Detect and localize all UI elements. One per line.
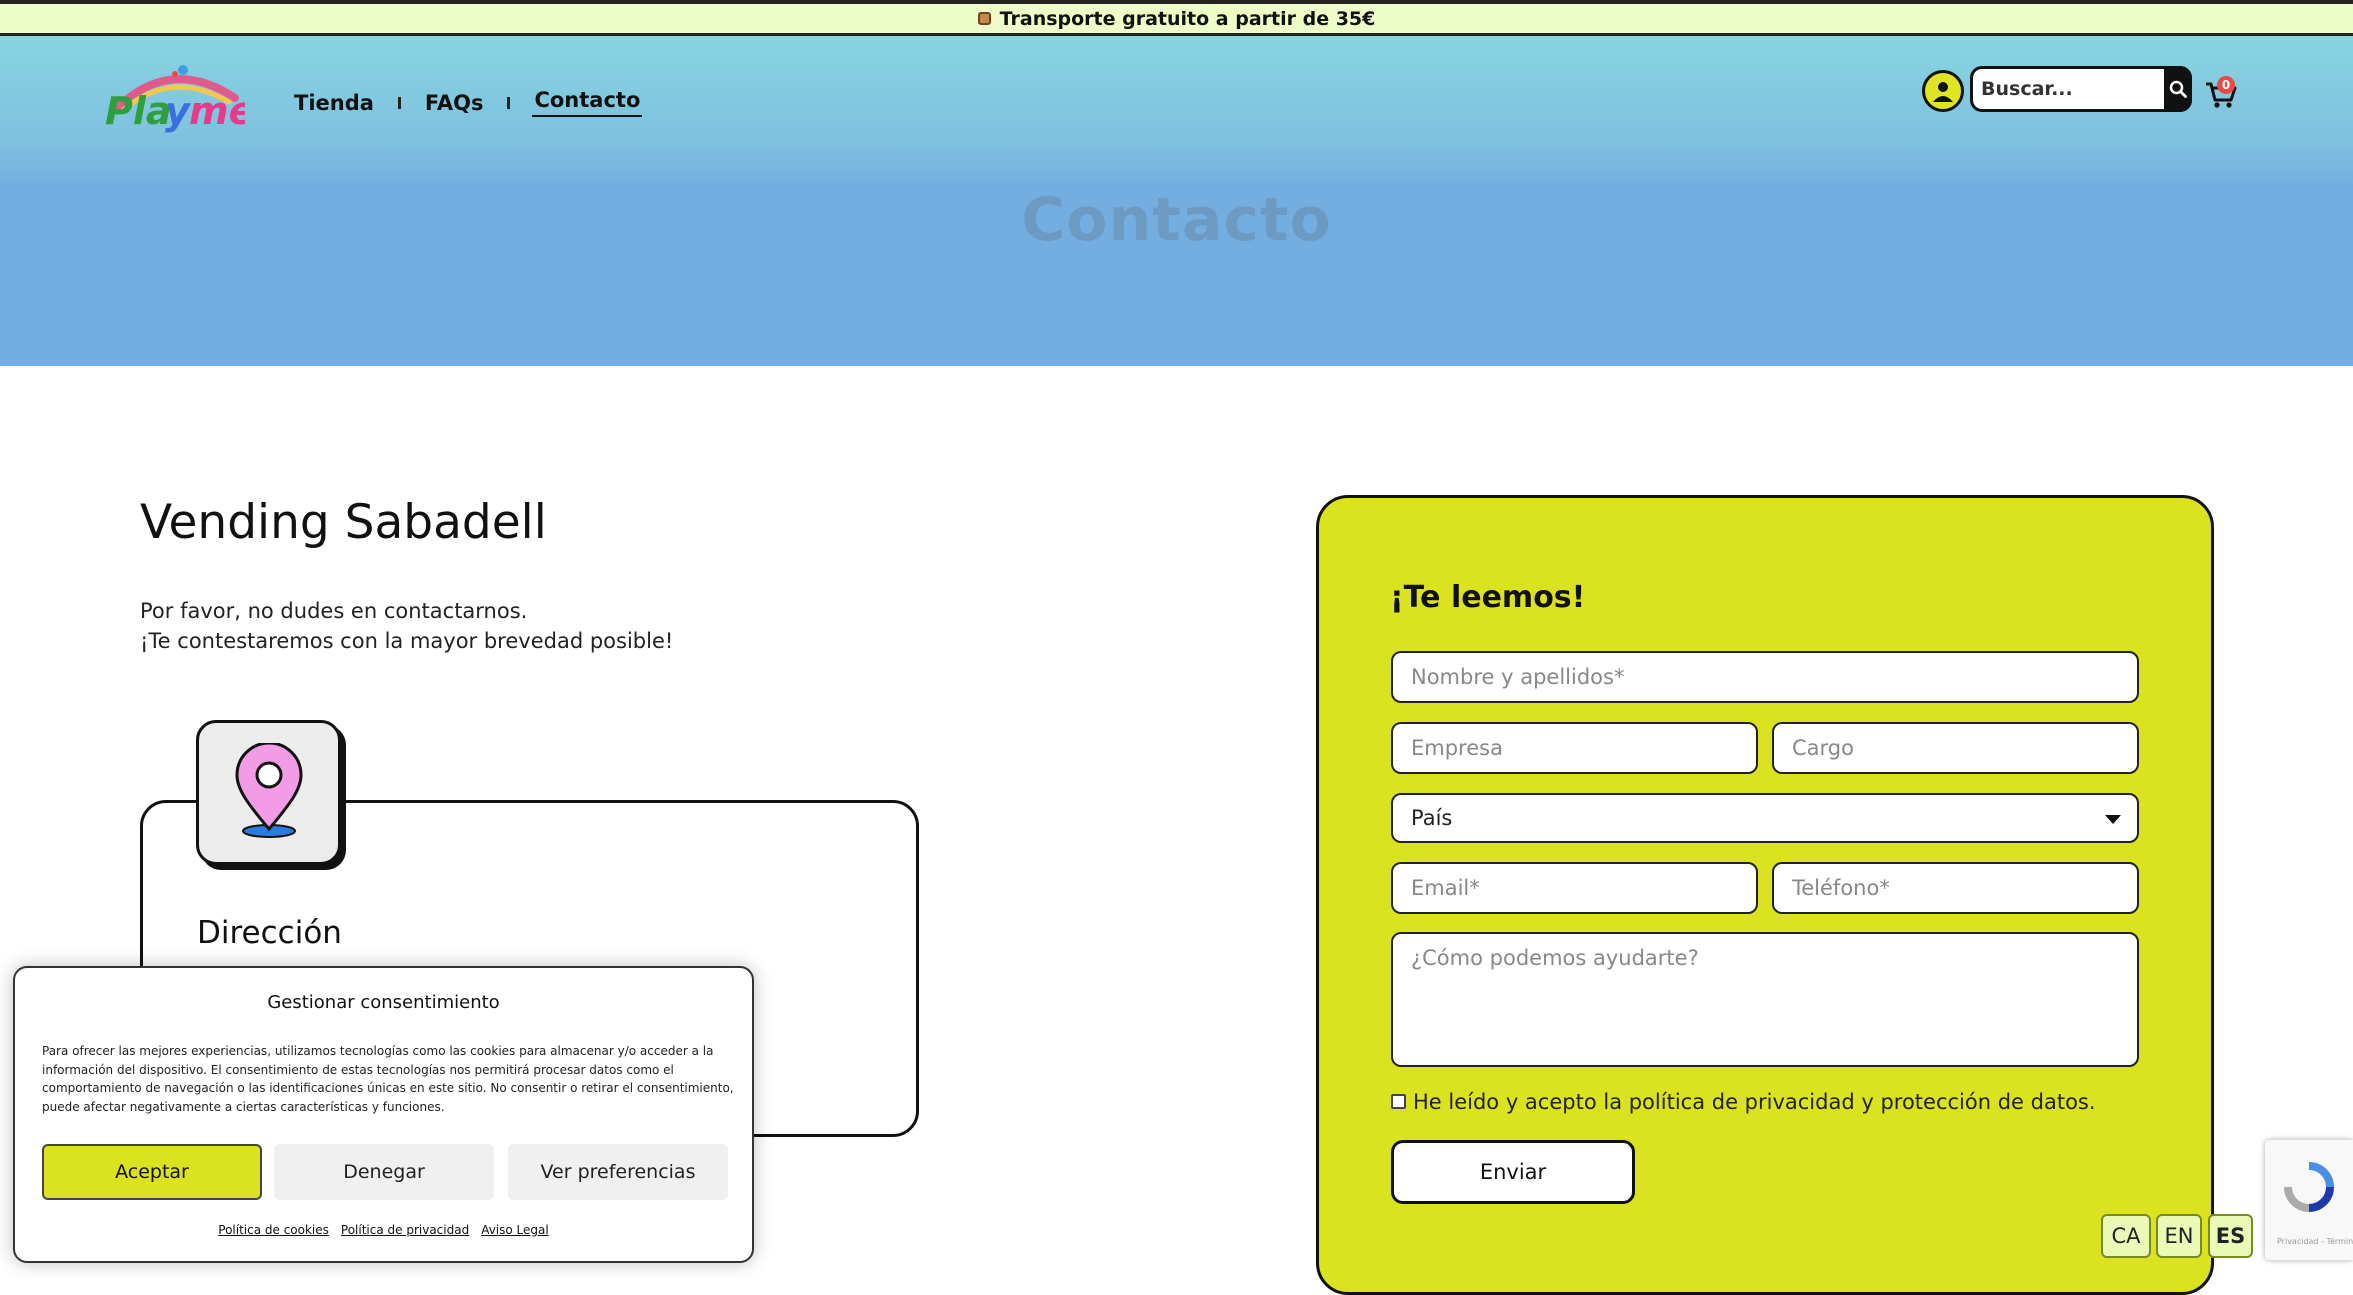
email-field[interactable]: Email* <box>1391 862 1758 914</box>
page-title: Contacto <box>1021 185 1332 255</box>
user-icon <box>1933 82 1953 102</box>
contact-heading: Vending Sabadell <box>140 495 547 550</box>
svg-text:Pla: Pla <box>105 89 172 133</box>
position-field[interactable]: Cargo <box>1772 722 2139 774</box>
playme-logo[interactable]: Pla y me <box>95 60 245 138</box>
lang-ca[interactable]: CA <box>2101 1214 2151 1258</box>
lang-en[interactable]: EN <box>2156 1214 2202 1258</box>
consent-links: Política de cookies Política de privacid… <box>15 1223 752 1237</box>
message-textarea[interactable]: ¿Cómo podemos ayudarte? <box>1391 932 2139 1067</box>
recaptcha-footer[interactable]: Privacidad - Términos <box>2277 1237 2353 1246</box>
accept-button[interactable]: Aceptar <box>42 1144 262 1200</box>
announcement-bar: Transporte gratuito a partir de 35€ <box>0 0 2353 36</box>
submit-button[interactable]: Enviar <box>1391 1140 1635 1204</box>
search-box <box>1970 66 2192 112</box>
nav-separator <box>507 96 511 109</box>
form-title: ¡Te leemos! <box>1390 580 1586 615</box>
cart-count-badge: 0 <box>2217 76 2235 94</box>
name-field[interactable]: Nombre y apellidos* <box>1391 651 2139 703</box>
chevron-down-icon <box>2105 815 2121 824</box>
privacy-label: He leído y acepto la política de privaci… <box>1413 1090 2096 1114</box>
nav-separator <box>397 96 401 109</box>
search-input[interactable] <box>1973 78 2153 100</box>
cookie-consent-dialog: Gestionar consentimiento Para ofrecer la… <box>13 966 754 1263</box>
cookie-policy-link[interactable]: Política de cookies <box>218 1223 329 1237</box>
nav-tienda[interactable]: Tienda <box>292 91 376 115</box>
phone-field[interactable]: Teléfono* <box>1772 862 2139 914</box>
consent-title: Gestionar consentimiento <box>267 992 500 1013</box>
lang-es[interactable]: ES <box>2208 1214 2253 1258</box>
search-button[interactable] <box>2164 66 2192 112</box>
intro-line-2: ¡Te contestaremos con la mayor brevedad … <box>140 629 674 653</box>
announcement-text: Transporte gratuito a partir de 35€ <box>999 7 1376 30</box>
main-nav: Tienda FAQs Contacto <box>292 88 643 117</box>
intro-line-1: Por favor, no dudes en contactarnos. <box>140 599 528 623</box>
svg-text:y: y <box>165 89 192 133</box>
legal-notice-link[interactable]: Aviso Legal <box>481 1223 549 1237</box>
account-button[interactable] <box>1922 70 1964 112</box>
preferences-button[interactable]: Ver preferencias <box>508 1144 728 1200</box>
location-pin-icon <box>196 720 341 865</box>
nav-faqs[interactable]: FAQs <box>423 91 486 115</box>
svg-text:me: me <box>189 89 245 133</box>
consent-body: Para ofrecer las mejores experiencias, u… <box>42 1044 734 1114</box>
country-select-value: País <box>1411 806 1453 830</box>
country-select[interactable]: País <box>1391 793 2139 843</box>
privacy-checkbox[interactable] <box>1391 1094 1406 1109</box>
address-title: Dirección <box>197 915 342 951</box>
contact-intro: Por favor, no dudes en contactarnos. ¡Te… <box>140 596 673 656</box>
deny-button[interactable]: Denegar <box>274 1144 494 1200</box>
privacy-policy-link[interactable]: Política de privacidad <box>341 1223 469 1237</box>
company-field[interactable]: Empresa <box>1391 722 1758 774</box>
recaptcha-icon <box>2284 1162 2334 1212</box>
search-icon <box>2169 80 2187 98</box>
package-icon <box>977 12 991 25</box>
nav-contacto[interactable]: Contacto <box>532 88 643 117</box>
